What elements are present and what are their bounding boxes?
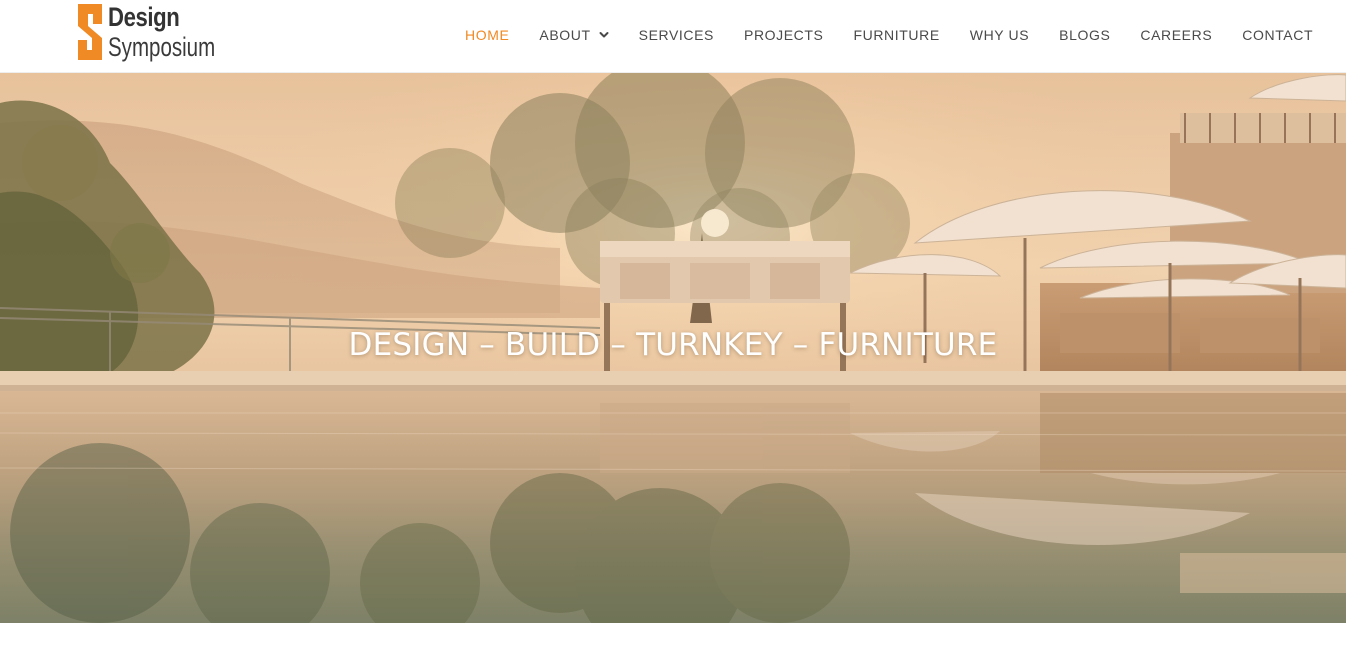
site-header: Design Symposium HOME ABOUT SERVICES PRO… bbox=[0, 0, 1346, 73]
main-nav: HOME ABOUT SERVICES PROJECTS FURNITURE W… bbox=[450, 0, 1328, 70]
nav-item-furniture[interactable]: FURNITURE bbox=[838, 27, 954, 43]
logo-text-symposium: Symposium bbox=[108, 32, 216, 62]
letter-s-logo-icon bbox=[78, 4, 102, 60]
chevron-down-icon bbox=[599, 32, 609, 38]
nav-item-home[interactable]: HOME bbox=[450, 27, 524, 43]
nav-item-projects[interactable]: PROJECTS bbox=[729, 27, 838, 43]
nav-item-contact[interactable]: CONTACT bbox=[1227, 27, 1328, 43]
page-content-start bbox=[0, 623, 1346, 646]
hero-banner: DESIGN – BUILD – TURNKEY – FURNITURE bbox=[0, 73, 1346, 623]
hero-heading: DESIGN – BUILD – TURNKEY – FURNITURE bbox=[348, 327, 998, 363]
nav-item-label: ABOUT bbox=[539, 27, 591, 43]
nav-item-why-us[interactable]: WHY US bbox=[955, 27, 1044, 43]
site-logo[interactable]: Design Symposium bbox=[76, 2, 226, 64]
nav-item-about[interactable]: ABOUT bbox=[524, 27, 623, 43]
nav-item-careers[interactable]: CAREERS bbox=[1125, 27, 1227, 43]
logo-text-design: Design bbox=[108, 2, 180, 32]
nav-item-services[interactable]: SERVICES bbox=[624, 27, 729, 43]
nav-item-blogs[interactable]: BLOGS bbox=[1044, 27, 1125, 43]
